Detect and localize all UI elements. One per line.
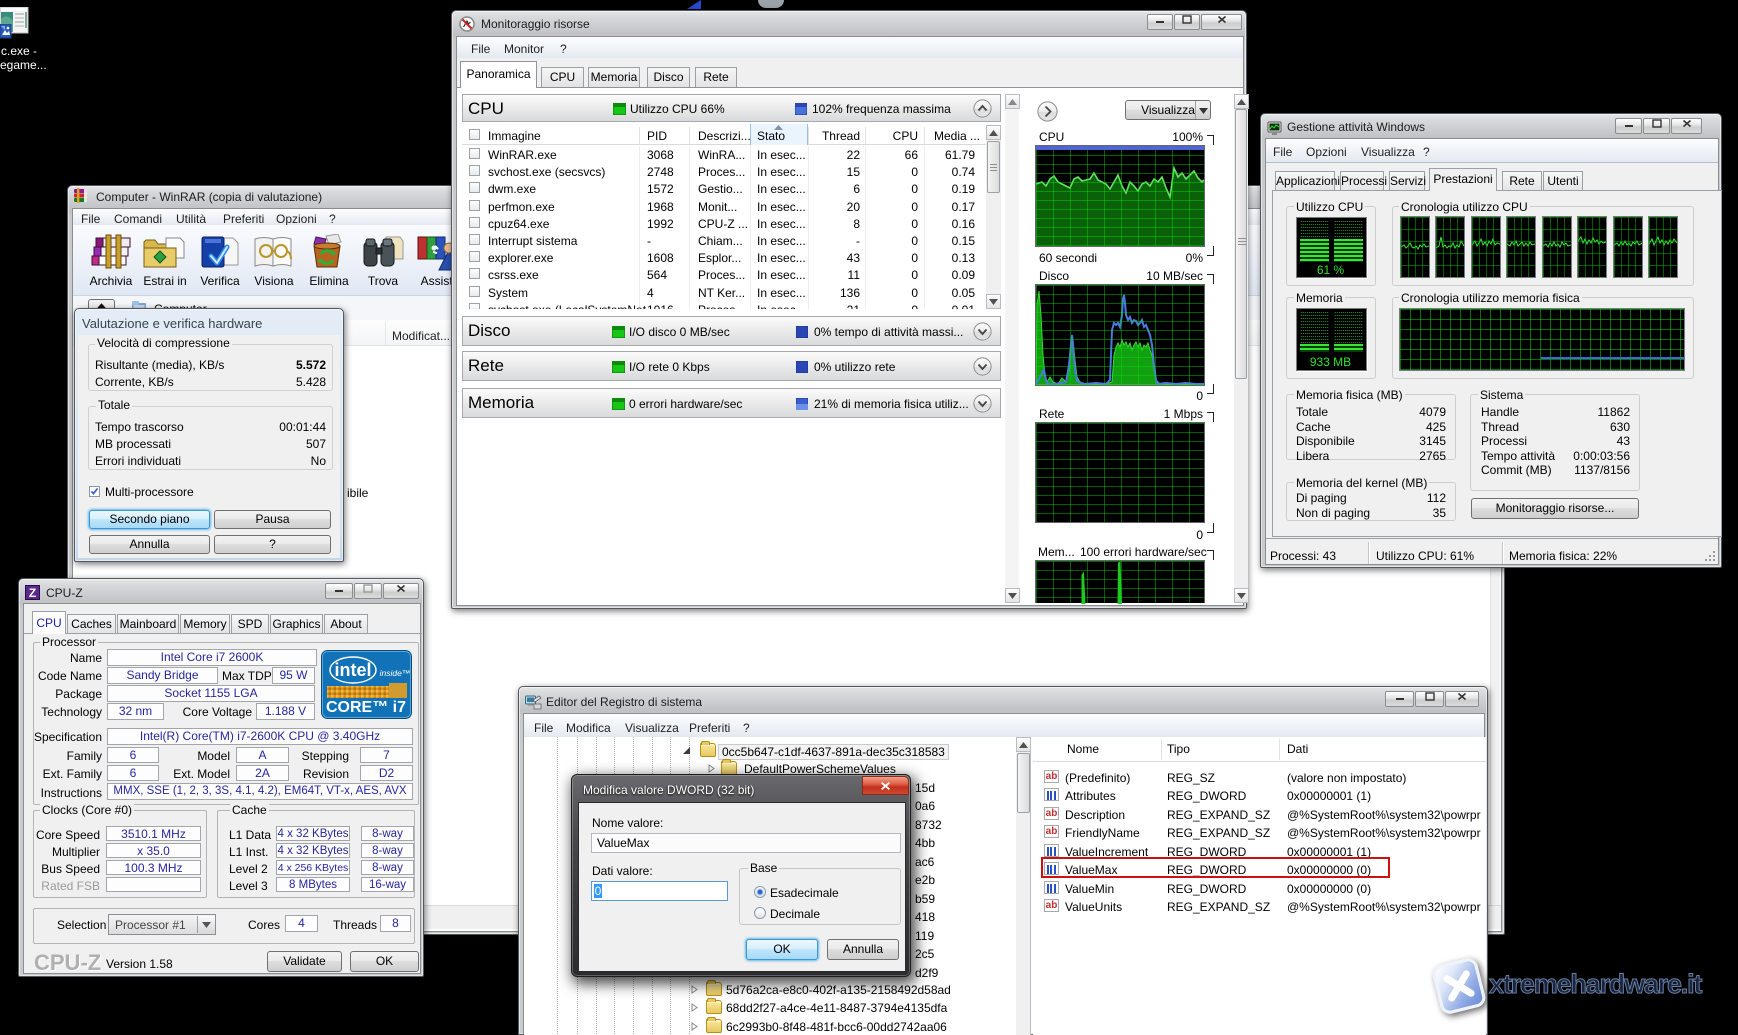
svg-text:inside™: inside™	[380, 668, 411, 678]
svg-text:CORE™ i7: CORE™ i7	[326, 699, 406, 716]
svg-text:intel: intel	[334, 660, 371, 680]
